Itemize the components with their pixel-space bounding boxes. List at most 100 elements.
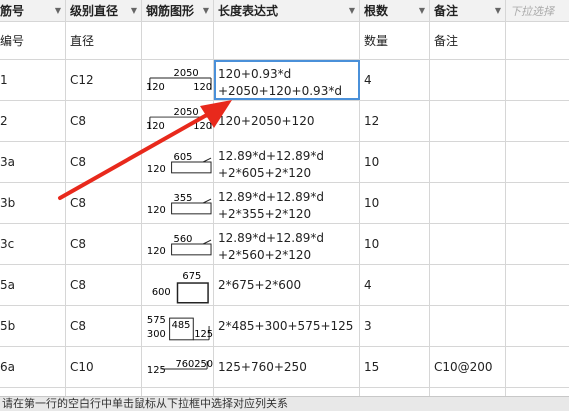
cell-count[interactable]: 10 xyxy=(360,142,430,182)
cell-length[interactable]: 120+2050+120 xyxy=(214,101,360,141)
dropdown-arrow-icon[interactable]: ▼ xyxy=(55,6,61,15)
cell-count[interactable]: 15 xyxy=(360,347,430,387)
cell-grade[interactable]: C8 xyxy=(66,142,142,182)
cell-extra[interactable] xyxy=(506,60,569,100)
cell-bar-no[interactable]: 1 xyxy=(0,60,66,100)
cell-shape[interactable]: 675 600 xyxy=(142,265,214,305)
cell-grade[interactable]: C8 xyxy=(66,306,142,346)
cell-count[interactable]: 10 xyxy=(360,183,430,223)
header-bar-no[interactable]: 筋号 ▼ xyxy=(0,0,66,21)
subheader-length[interactable] xyxy=(214,22,360,59)
dropdown-arrow-icon[interactable]: ▼ xyxy=(203,6,209,15)
cell-empty[interactable] xyxy=(430,388,506,396)
cell-extra[interactable] xyxy=(506,142,569,182)
cell-length[interactable]: 2*485+300+575+125 xyxy=(214,306,360,346)
header-grade[interactable]: 级别直径 ▼ xyxy=(66,0,142,21)
cell-empty[interactable] xyxy=(360,388,430,396)
cell-grade[interactable]: C12 xyxy=(66,60,142,100)
cell-shape[interactable]: 560 120 xyxy=(142,224,214,264)
cell-bar-no[interactable]: 6a xyxy=(0,347,66,387)
cell-note[interactable] xyxy=(430,224,506,264)
bar-no-text: 5a xyxy=(0,278,15,292)
cell-note[interactable]: C10@200 xyxy=(430,347,506,387)
cell-empty[interactable] xyxy=(506,388,569,396)
subheader-count[interactable]: 数量 xyxy=(360,22,430,59)
cell-empty[interactable] xyxy=(214,388,360,396)
length-expr-line1: 2*485+300+575+125 xyxy=(218,319,354,333)
header-dropdown-hint[interactable]: 下拉选择 xyxy=(506,0,569,21)
shape-label: 125 xyxy=(147,365,166,376)
subheader-shape[interactable] xyxy=(142,22,214,59)
cell-extra[interactable] xyxy=(506,306,569,346)
cell-extra[interactable] xyxy=(506,265,569,305)
cell-extra[interactable] xyxy=(506,183,569,223)
cell-length[interactable]: 125+760+250 xyxy=(214,347,360,387)
subheader-grade[interactable]: 直径 xyxy=(66,22,142,59)
count-text: 10 xyxy=(364,237,380,251)
length-expr-line1: 12.89*d+12.89*d xyxy=(218,148,324,163)
cell-empty[interactable] xyxy=(66,388,142,396)
cell-note[interactable] xyxy=(430,101,506,141)
rebar-shape-straight-hooked: 2050 120 120 xyxy=(146,107,212,132)
cell-grade[interactable]: C8 xyxy=(66,101,142,141)
cell-note[interactable] xyxy=(430,60,506,100)
cell-extra[interactable] xyxy=(506,347,569,387)
count-text: 4 xyxy=(364,73,372,87)
cell-bar-no[interactable]: 5b xyxy=(0,306,66,346)
cell-note[interactable] xyxy=(430,265,506,305)
cell-shape[interactable]: 575 485 300 125 xyxy=(142,306,214,346)
header-length[interactable]: 长度表达式 ▼ xyxy=(214,0,360,21)
cell-length-selected[interactable]: 120+0.93*d +2050+120+0.93*d xyxy=(214,60,360,100)
cell-grade[interactable]: C8 xyxy=(66,183,142,223)
grade-text: C8 xyxy=(70,237,87,251)
subheader-bar-no[interactable]: 编号 xyxy=(0,22,66,59)
cell-extra[interactable] xyxy=(506,224,569,264)
table-row: 2 C8 2050 120 120 120+2050+120 12 xyxy=(0,101,569,142)
cell-empty[interactable] xyxy=(142,388,214,396)
dropdown-arrow-icon[interactable]: ▼ xyxy=(131,6,137,15)
grade-text: C8 xyxy=(70,319,87,333)
subheader-row: 编号 直径 数量 备注 xyxy=(0,22,569,60)
shape-label: 560 xyxy=(174,234,193,245)
cell-note[interactable] xyxy=(430,142,506,182)
header-shape[interactable]: 钢筋图形 ▼ xyxy=(142,0,214,21)
cell-empty[interactable] xyxy=(0,388,66,396)
cell-bar-no[interactable]: 5a xyxy=(0,265,66,305)
cell-shape[interactable]: 605 120 xyxy=(142,142,214,182)
cell-bar-no[interactable]: 3c xyxy=(0,224,66,264)
cell-count[interactable]: 4 xyxy=(360,60,430,100)
dropdown-arrow-icon[interactable]: ▼ xyxy=(495,6,501,15)
cell-note[interactable] xyxy=(430,306,506,346)
cell-count[interactable]: 4 xyxy=(360,265,430,305)
subheader-extra[interactable] xyxy=(506,22,569,59)
header-count[interactable]: 根数 ▼ xyxy=(360,0,430,21)
cell-extra[interactable] xyxy=(506,101,569,141)
subheader-note-text: 备注 xyxy=(434,34,459,48)
length-expr-line1: 125+760+250 xyxy=(218,360,307,374)
grade-text: C8 xyxy=(70,114,87,128)
cell-note[interactable] xyxy=(430,183,506,223)
cell-grade[interactable]: C8 xyxy=(66,265,142,305)
header-note[interactable]: 备注 ▼ xyxy=(430,0,506,21)
cell-bar-no[interactable]: 2 xyxy=(0,101,66,141)
cell-length[interactable]: 12.89*d+12.89*d +2*560+2*120 xyxy=(214,224,360,264)
cell-bar-no[interactable]: 3a xyxy=(0,142,66,182)
rebar-shape-straight-hooked: 2050 120 120 xyxy=(146,68,212,93)
cell-length[interactable]: 2*675+2*600 xyxy=(214,265,360,305)
dropdown-arrow-icon[interactable]: ▼ xyxy=(349,6,355,15)
cell-grade[interactable]: C8 xyxy=(66,224,142,264)
bar-no-text: 6a xyxy=(0,360,15,374)
cell-count[interactable]: 3 xyxy=(360,306,430,346)
cell-shape[interactable]: 2050 120 120 xyxy=(142,101,214,141)
cell-bar-no[interactable]: 3b xyxy=(0,183,66,223)
cell-shape[interactable]: 2050 120 120 xyxy=(142,60,214,100)
dropdown-arrow-icon[interactable]: ▼ xyxy=(419,6,425,15)
cell-shape[interactable]: 355 120 xyxy=(142,183,214,223)
cell-count[interactable]: 10 xyxy=(360,224,430,264)
cell-shape[interactable]: 125 760 250 xyxy=(142,347,214,387)
subheader-note[interactable]: 备注 xyxy=(430,22,506,59)
cell-length[interactable]: 12.89*d+12.89*d +2*605+2*120 xyxy=(214,142,360,182)
cell-length[interactable]: 12.89*d+12.89*d +2*355+2*120 xyxy=(214,183,360,223)
cell-grade[interactable]: C10 xyxy=(66,347,142,387)
cell-count[interactable]: 12 xyxy=(360,101,430,141)
